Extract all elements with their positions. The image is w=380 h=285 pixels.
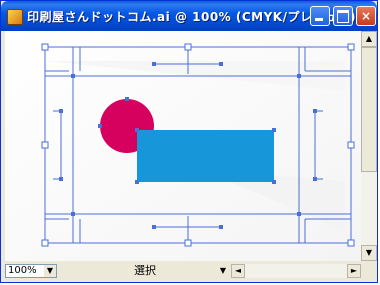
handle-bottom-center[interactable] [184,239,192,247]
handle-middle-left[interactable] [41,141,49,149]
anchor-point [272,180,276,184]
blue-rectangle[interactable] [137,130,274,182]
handle-top-center[interactable] [184,43,192,51]
artboard-svg[interactable] [5,31,361,261]
scroll-left-button[interactable]: ◄ [231,264,245,278]
zoom-value: 100% [8,265,37,276]
window-title: 印刷屋さんドットコム.ai @ 100% (CMYK/プレビュー) [27,10,356,24]
minimize-icon [315,18,323,21]
zoom-dropdown-icon[interactable]: ▼ [44,265,56,277]
scroll-up-button[interactable]: ▲ [361,31,377,47]
anchor-point [98,124,102,128]
anchor-point [71,212,75,216]
anchor-point [313,177,317,181]
minimize-button[interactable] [310,6,330,26]
title-bar[interactable]: 印刷屋さんドットコム.ai @ 100% (CMYK/プレビュー) × [1,1,377,31]
zoom-select[interactable]: 100% ▼ [5,264,57,278]
anchor-point [313,109,317,113]
current-tool-label: 選択 [134,264,156,277]
anchor-point [219,225,223,229]
anchor-point [152,225,156,229]
status-dropdown-icon[interactable]: ▼ [217,265,229,277]
anchor-point [125,97,129,101]
anchor-point [152,62,156,66]
close-icon: × [360,9,372,23]
scroll-right-button[interactable]: ► [347,264,361,278]
illustrator-app-icon[interactable] [7,9,23,25]
anchor-point [272,128,276,132]
anchor-point [297,212,301,216]
anchor-point [59,177,63,181]
status-tool-select[interactable]: 選択 ▼ [61,264,229,278]
anchor-point [59,109,63,113]
handle-bottom-right[interactable] [347,239,355,247]
anchor-point [297,74,301,78]
anchor-point [135,180,139,184]
anchor-point [135,128,139,132]
handle-middle-right[interactable] [347,141,355,149]
close-button[interactable]: × [356,6,376,26]
anchor-point [219,62,223,66]
horizontal-scrollbar[interactable]: ◄ ► [231,264,361,278]
document-window: 印刷屋さんドットコム.ai @ 100% (CMYK/プレビュー) × ▲ ▼ … [0,0,378,283]
handle-top-right[interactable] [347,43,355,51]
artboard-canvas[interactable] [5,31,361,261]
maximize-icon [337,10,349,23]
maximize-button[interactable] [333,6,353,26]
scroll-down-button[interactable]: ▼ [361,245,377,261]
handle-bottom-left[interactable] [41,239,49,247]
vertical-scrollbar[interactable]: ▲ ▼ [361,31,377,261]
handle-top-left[interactable] [41,43,49,51]
vertical-scroll-thumb[interactable] [361,47,377,172]
status-bar: 100% ▼ 選択 ▼ ◄ ► [5,263,377,280]
anchor-point [71,74,75,78]
